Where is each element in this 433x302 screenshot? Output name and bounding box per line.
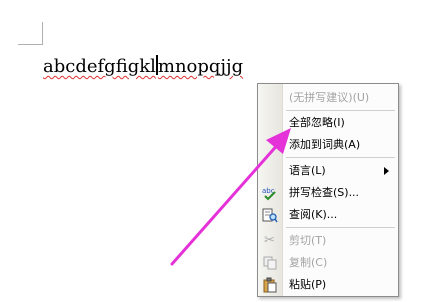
spelling-context-menu: (无拼写建议)(U) 全部忽略(I) 添加到词典(A) 语言(L) abc 拼写… [257, 83, 399, 297]
menu-item-add-to-dictionary[interactable]: 添加到词典(A) [258, 134, 398, 155]
menu-item-research[interactable]: 查阅(K)... [258, 204, 398, 225]
menu-separator [286, 110, 395, 111]
paste-icon [261, 276, 278, 293]
menu-separator [286, 227, 395, 228]
document-text-line[interactable]: abcdefgfigkl mnopqjjg [43, 55, 243, 81]
submenu-arrow-icon [384, 167, 389, 175]
menu-item-label: 查阅(K)... [289, 208, 338, 221]
misspelled-word-part2[interactable]: mnopqjjg [158, 56, 243, 77]
misspelled-word-part1[interactable]: abcdefgfigkl [43, 56, 156, 77]
page-corner-mark-vertical [42, 22, 43, 45]
menu-item-label: (无拼写建议)(U) [289, 91, 370, 104]
menu-item-label: 全部忽略(I) [289, 116, 345, 129]
menu-item-cut: ✂ 剪切(T) [258, 230, 398, 251]
menu-item-label: 添加到词典(A) [289, 138, 361, 151]
page-corner-mark-horizontal [18, 44, 43, 45]
menu-item-label: 拼写检查(S)... [289, 186, 360, 199]
scissors-icon: ✂ [264, 233, 275, 248]
menu-item-copy: 复制(C) [258, 252, 398, 273]
research-icon [261, 206, 278, 223]
menu-item-label: 语言(L) [289, 164, 326, 177]
menu-item-ignore-all[interactable]: 全部忽略(I) [258, 112, 398, 133]
spell-check-icon: abc [261, 184, 278, 201]
menu-item-no-suggestions: (无拼写建议)(U) [258, 87, 398, 108]
menu-separator [286, 157, 395, 158]
menu-item-label: 剪切(T) [289, 234, 327, 247]
menu-item-spelling[interactable]: abc 拼写检查(S)... [258, 182, 398, 203]
menu-item-paste[interactable]: 粘贴(P) [258, 274, 398, 295]
menu-item-language[interactable]: 语言(L) [258, 160, 398, 181]
copy-icon [261, 254, 278, 271]
menu-item-label: 粘贴(P) [289, 278, 327, 291]
menu-item-label: 复制(C) [289, 256, 328, 269]
